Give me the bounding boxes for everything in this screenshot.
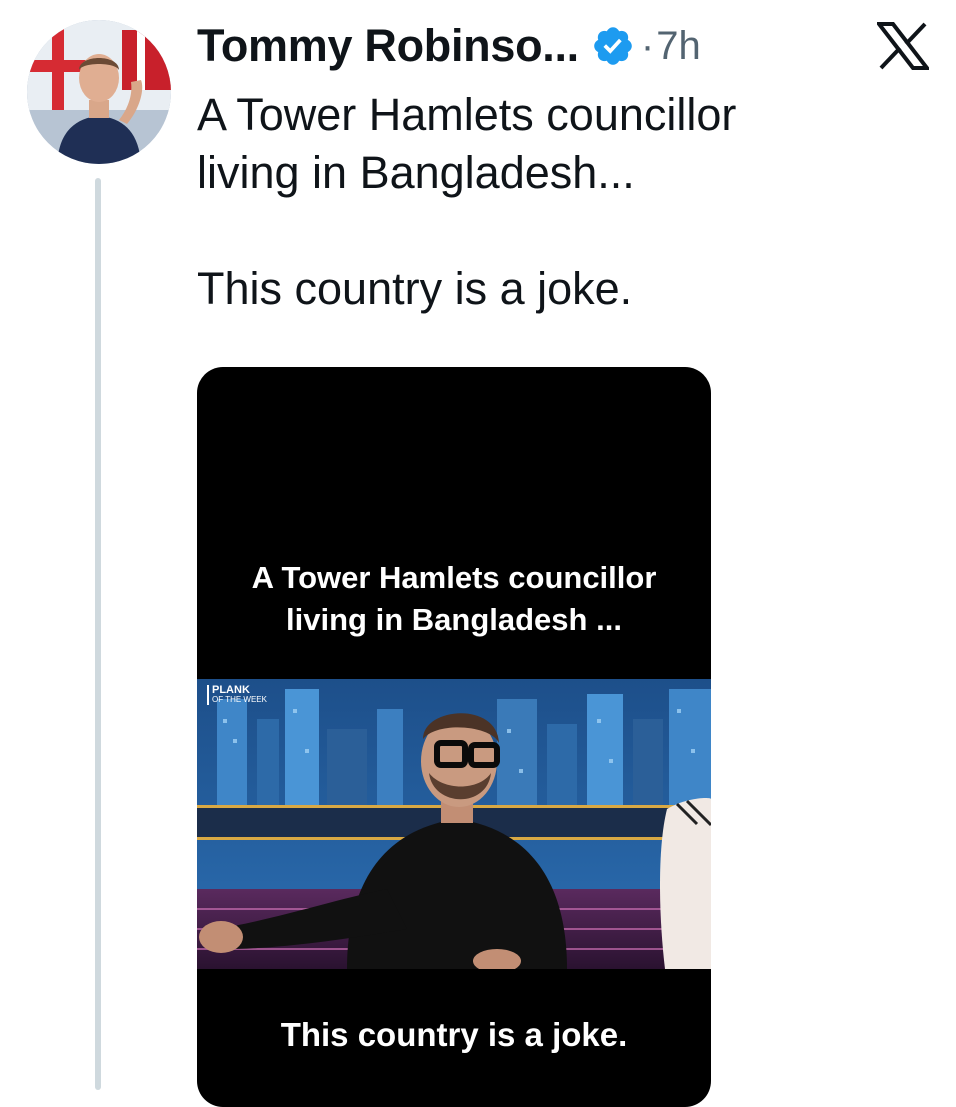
video-caption-top: A Tower Hamlets councillor living in Ban… xyxy=(197,557,711,641)
video-media[interactable]: A Tower Hamlets councillor living in Ban… xyxy=(197,367,711,1107)
video-frame[interactable]: PLANK OF THE WEEK xyxy=(197,679,711,969)
x-logo-icon[interactable] xyxy=(874,22,932,70)
tweet-header: Tommy Robinso... · 7h xyxy=(197,18,701,74)
avatar-image xyxy=(27,20,171,164)
timestamp[interactable]: 7h xyxy=(656,24,701,69)
plank-of-the-week-logo: PLANK OF THE WEEK xyxy=(207,685,267,705)
tweet-text: A Tower Hamlets councillor living in Ban… xyxy=(197,86,897,318)
tweet-text-line: living in Bangladesh... xyxy=(197,147,635,198)
video-caption-bottom: This country is a joke. xyxy=(280,1016,628,1053)
verified-badge-icon xyxy=(591,24,635,68)
video-frame-image xyxy=(197,679,711,969)
tweet-text-line: A Tower Hamlets councillor xyxy=(197,89,737,140)
video-caption-line: A Tower Hamlets councillor xyxy=(251,560,657,595)
thread-line xyxy=(95,178,101,1090)
separator-dot: · xyxy=(640,23,655,68)
avatar[interactable] xyxy=(27,20,171,164)
display-name[interactable]: Tommy Robinso... xyxy=(197,20,579,72)
video-caption-line: living in Bangladesh ... xyxy=(286,602,622,637)
tweet-text-line: This country is a joke. xyxy=(197,263,633,314)
